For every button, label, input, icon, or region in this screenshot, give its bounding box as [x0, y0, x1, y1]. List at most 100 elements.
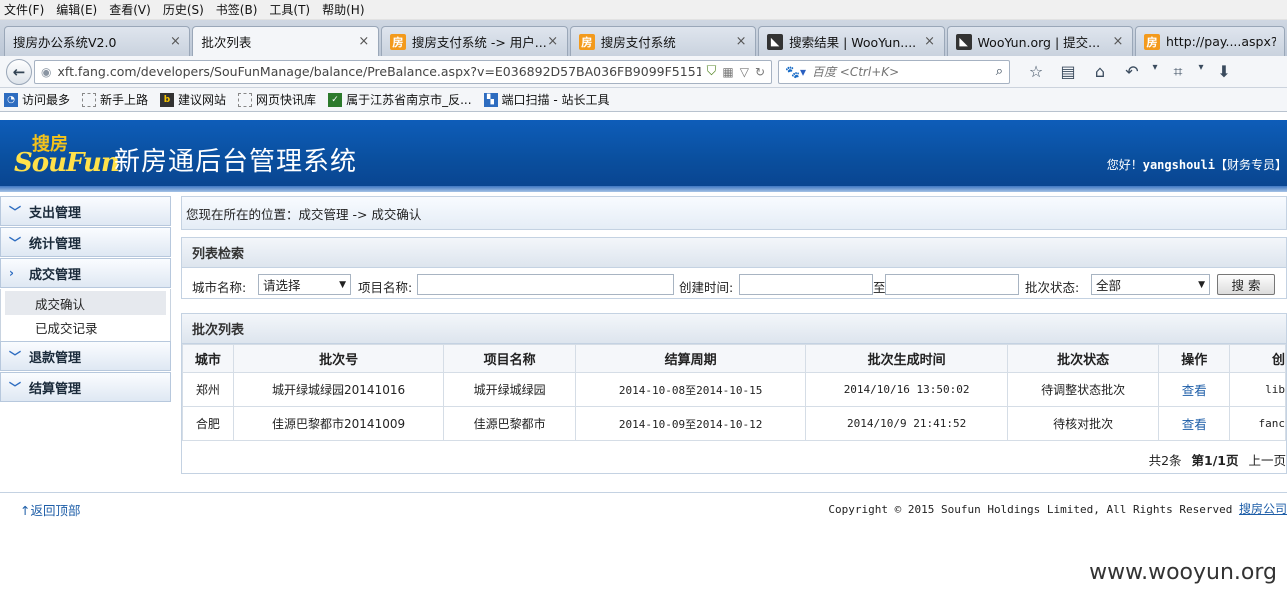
chevron-down-icon: ﹀	[9, 380, 22, 395]
menu-tools[interactable]: 工具(T)	[269, 1, 310, 18]
fang-favicon-icon: 房	[578, 33, 595, 50]
cell-project: 城开绿城绿园	[443, 372, 576, 407]
search-button[interactable]: 搜索	[1217, 274, 1275, 295]
close-icon[interactable]: ×	[735, 34, 747, 49]
bookmark-item[interactable]: b 建议网站	[160, 91, 226, 108]
menu-help[interactable]: 帮助(H)	[322, 1, 364, 18]
sidebar-item-deal-confirm[interactable]: 成交确认	[5, 291, 166, 315]
sidebar-group-statistics[interactable]: ﹀ 统计管理	[0, 227, 171, 257]
bookmark-item[interactable]: 网页快讯库	[238, 91, 316, 108]
close-icon[interactable]: ×	[924, 34, 936, 49]
search-input[interactable]	[811, 64, 996, 79]
search-box[interactable]: 🐾▾ ⌕	[778, 59, 1010, 84]
close-icon[interactable]: ×	[1112, 34, 1124, 49]
menu-history[interactable]: 历史(S)	[163, 1, 204, 18]
sidebar-group-label: 退款管理	[29, 350, 82, 366]
up-arrow-icon: ↑	[20, 503, 31, 518]
chevron-right-icon: ›	[9, 266, 14, 280]
search-icon[interactable]: ⌕	[996, 64, 1003, 79]
browser-tab[interactable]: 搜房办公系统V2.0 ×	[4, 26, 191, 56]
breadcrumb: 您现在所在的位置：成交管理 -> 成交确认	[181, 196, 1287, 230]
tab-title: WooYun.org | 提交...	[977, 35, 1101, 50]
browser-tab-bar: 搜房办公系统V2.0 × 批次列表 × 房 搜房支付系统 -> 用户... × …	[0, 20, 1287, 56]
menu-bookmarks[interactable]: 书签(B)	[216, 1, 258, 18]
back-arrow-icon[interactable]: ←	[6, 58, 32, 85]
cell-action: 查看	[1158, 372, 1231, 407]
created-end-input[interactable]	[885, 274, 1019, 295]
status-select-value: 全部	[1096, 278, 1122, 293]
browser-tab[interactable]: 房 搜房支付系统 ×	[569, 26, 757, 56]
copyright-text: Copyright © 2015 Soufun Holdings Limited…	[828, 503, 1233, 516]
table-row: 合肥 佳源巴黎都市20141009 佳源巴黎都市 2014-10-09至2014…	[182, 406, 1286, 441]
view-link[interactable]: 查看	[1182, 383, 1207, 398]
sidebar-group-deals[interactable]: › 成交管理	[0, 258, 171, 288]
search-row: 城市名称: 请选择 ▼ 项目名称: 创建时间: 至 批次状态: 全部 ▼ 搜索	[182, 274, 1286, 296]
reload-icon[interactable]: ↻	[755, 65, 765, 79]
soufun-logo: 搜房 SouFun	[14, 130, 120, 178]
tab-title: 搜房办公系统V2.0	[13, 35, 117, 50]
col-period: 结算周期	[574, 344, 807, 373]
home-icon[interactable]: ⌂	[1084, 62, 1116, 82]
back-to-top-link[interactable]: ↑返回顶部	[20, 500, 81, 519]
close-icon[interactable]: ×	[169, 34, 181, 49]
app-header: 搜房 SouFun 新房通后台管理系统 您好！yangshouli【财务专员】	[0, 120, 1287, 186]
tab-title: http://pay....aspx?id=6	[1165, 34, 1276, 49]
company-link[interactable]: 搜房公司	[1239, 502, 1287, 516]
crop-icon[interactable]: ⌗	[1162, 62, 1194, 82]
pager-prev[interactable]: 上一页	[1248, 453, 1286, 468]
bookmark-item[interactable]: ◔ 访问最多	[4, 91, 70, 108]
close-icon[interactable]: ×	[547, 34, 559, 49]
logo-bottom-text: SouFun	[14, 148, 120, 178]
browser-tab[interactable]: 房 http://pay....aspx?id=6	[1134, 26, 1285, 56]
pagination: 共2条 第1/1页 上一页	[1149, 450, 1286, 469]
menu-file[interactable]: 文件(F)	[4, 1, 44, 18]
created-time-label: 创建时间:	[679, 280, 734, 295]
sidebar-group-settlement[interactable]: ﹀ 结算管理	[0, 372, 171, 402]
dropdown-arrow-icon[interactable]: ▽	[740, 65, 749, 79]
menu-view[interactable]: 查看(V)	[109, 1, 151, 18]
header-divider	[0, 186, 1287, 192]
user-greeting: 您好！yangshouli【财务专员】	[1107, 156, 1287, 173]
city-select[interactable]: 请选择 ▼	[258, 274, 351, 295]
reading-list-icon[interactable]: ▤	[1052, 62, 1084, 82]
address-bar[interactable]: ◉ xft.fang.com/developers/SouFunManage/b…	[34, 59, 772, 84]
bookmark-icon: ✓	[328, 92, 343, 107]
bookmark-item[interactable]: ✓ 属于江苏省南京市_反...	[328, 91, 472, 108]
browser-tab[interactable]: ◣ 搜索结果 | WooYun.... ×	[758, 26, 945, 56]
created-start-input[interactable]	[739, 274, 873, 295]
bookmark-item[interactable]: 新手上路	[82, 91, 148, 108]
wooyun-favicon-icon: ◣	[955, 33, 972, 50]
sidebar: ﹀ 支出管理 ﹀ 统计管理 › 成交管理 成交确认 已成交记录 ﹀ 退款管理 ﹀ 结算管理	[0, 196, 171, 403]
status-select[interactable]: 全部 ▼	[1091, 274, 1210, 295]
undo-icon[interactable]: ↶	[1116, 62, 1148, 82]
search-panel-title: 列表检索	[182, 238, 1286, 268]
bookmark-label: 端口扫描 - 站长工具	[501, 93, 610, 107]
sidebar-subitems: 成交确认 已成交记录	[0, 289, 171, 341]
browser-tab[interactable]: ◣ WooYun.org | 提交... ×	[946, 26, 1133, 56]
view-link[interactable]: 查看	[1182, 417, 1207, 432]
dropdown-arrow-icon[interactable]: ▾	[1148, 62, 1162, 82]
sidebar-group-refunds[interactable]: ﹀ 退款管理	[0, 341, 171, 371]
browser-tab-active[interactable]: 批次列表 ×	[192, 26, 379, 56]
sidebar-item-deal-records[interactable]: 已成交记录	[5, 315, 166, 339]
download-icon[interactable]: ⬇	[1208, 62, 1240, 82]
cell-creator: lib	[1229, 372, 1286, 407]
url-text[interactable]: xft.fang.com/developers/SouFunManage/bal…	[57, 64, 700, 79]
col-created: 批次生成时间	[805, 344, 1008, 373]
project-input[interactable]	[417, 274, 674, 295]
browser-tab[interactable]: 房 搜房支付系统 -> 用户... ×	[380, 26, 568, 56]
greeting-prefix: 您好！	[1106, 158, 1143, 172]
close-icon[interactable]: ×	[358, 34, 370, 49]
baidu-paw-icon[interactable]: 🐾▾	[785, 65, 806, 79]
bookmark-item[interactable]: ▚ 端口扫描 - 站长工具	[483, 91, 610, 108]
dropdown-arrow-icon[interactable]: ▾	[1194, 62, 1208, 82]
menu-edit[interactable]: 编辑(E)	[56, 1, 97, 18]
col-city: 城市	[182, 344, 234, 373]
qr-code-icon[interactable]: ▦	[722, 65, 733, 79]
status-label: 批次状态:	[1025, 280, 1080, 295]
shield-icon[interactable]: ⛉	[707, 64, 717, 79]
star-icon[interactable]: ☆	[1020, 62, 1052, 82]
cell-city: 郑州	[182, 372, 234, 407]
sidebar-group-expenses[interactable]: ﹀ 支出管理	[0, 196, 171, 226]
pager-total: 共2条	[1148, 453, 1182, 468]
